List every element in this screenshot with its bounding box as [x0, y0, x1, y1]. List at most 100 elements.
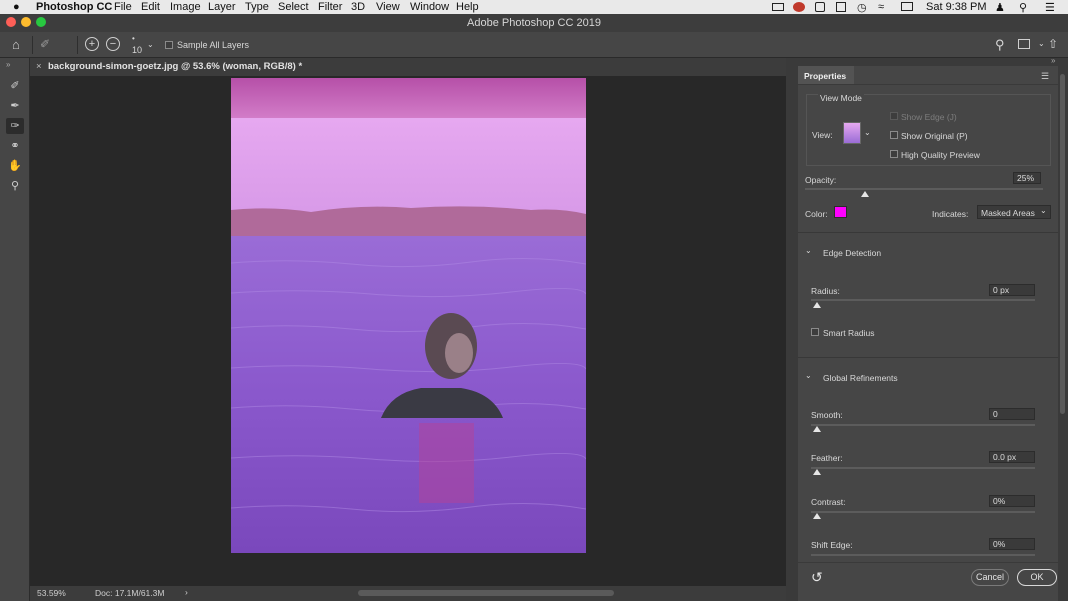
creative-cloud-icon[interactable]: [793, 2, 805, 12]
ok-button[interactable]: OK: [1017, 569, 1057, 586]
menu-file[interactable]: File: [114, 1, 132, 13]
brush-size-value[interactable]: 10: [132, 45, 142, 55]
indicates-value: Masked Areas: [981, 208, 1035, 218]
opacity-field[interactable]: 25%: [1013, 172, 1041, 184]
clock-text[interactable]: Sat 9:38 PM: [926, 1, 987, 13]
menu-select[interactable]: Select: [278, 1, 309, 13]
time-machine-icon[interactable]: ◷: [857, 1, 867, 14]
menu-view[interactable]: View: [376, 1, 400, 13]
collapse-tools-icon[interactable]: »: [6, 60, 10, 69]
edge-detection-chevron-icon[interactable]: ⌄: [805, 246, 812, 255]
status-menu-arrow-icon[interactable]: ›: [185, 587, 188, 597]
contrast-label: Contrast:: [811, 497, 846, 507]
feather-slider-track[interactable]: [811, 467, 1035, 469]
mac-menu-bar: ● Photoshop CC File Edit Image Layer Typ…: [0, 0, 1068, 14]
image-sky: [231, 118, 586, 216]
reset-icon[interactable]: ↺: [811, 569, 823, 586]
collapse-panel-icon[interactable]: »: [1051, 56, 1055, 65]
panel-scrollbar-thumb[interactable]: [1060, 74, 1065, 414]
brush-preset-icon[interactable]: ✐: [40, 37, 50, 51]
contrast-slider-thumb[interactable]: [813, 513, 821, 519]
share-icon[interactable]: ⇧: [1048, 37, 1058, 51]
zoom-level[interactable]: 53.59%: [37, 588, 66, 598]
shift-edge-field[interactable]: 0%: [989, 538, 1035, 550]
contrast-slider-track[interactable]: [811, 511, 1035, 513]
smooth-slider-track[interactable]: [811, 424, 1035, 426]
menu-filter[interactable]: Filter: [318, 1, 342, 13]
refine-edge-brush-tool-icon[interactable]: ✒: [6, 98, 24, 114]
contrast-field[interactable]: 0%: [989, 495, 1035, 507]
menu-image[interactable]: Image: [170, 1, 201, 13]
wifi-icon[interactable]: ≈: [878, 1, 884, 13]
view-mode-thumbnail[interactable]: [843, 122, 861, 144]
smooth-label: Smooth:: [811, 410, 843, 420]
screen-record-icon[interactable]: [772, 3, 784, 11]
show-edge-checkbox[interactable]: [890, 112, 898, 120]
radius-label: Radius:: [811, 286, 840, 296]
menu-layer[interactable]: Layer: [208, 1, 236, 13]
feather-field[interactable]: 0.0 px: [989, 451, 1035, 463]
close-tab-icon[interactable]: ×: [36, 61, 42, 72]
brush-tool-icon[interactable]: ✑: [6, 118, 24, 134]
sample-all-layers-label: Sample All Layers: [177, 40, 250, 50]
menu-3d[interactable]: 3D: [351, 1, 365, 13]
radius-slider-thumb[interactable]: [813, 302, 821, 308]
workspace-chevron-icon[interactable]: ⌄: [1038, 39, 1045, 48]
brush-picker-chevron-icon[interactable]: ⌄: [147, 40, 154, 49]
indicates-select[interactable]: Masked Areas ⌄: [977, 205, 1051, 219]
high-quality-preview-checkbox[interactable]: [890, 150, 898, 158]
panel-menu-icon[interactable]: ☰: [1041, 71, 1049, 82]
hand-tool-icon[interactable]: ✋: [6, 158, 24, 174]
document-size[interactable]: Doc: 17.1M/61.3M: [95, 588, 164, 598]
menu-help[interactable]: Help: [456, 1, 479, 13]
panel-scrollbar[interactable]: [1058, 66, 1068, 601]
menu-window[interactable]: Window: [410, 1, 449, 13]
overlay-color-swatch[interactable]: [834, 206, 847, 218]
add-to-selection-icon[interactable]: +: [85, 37, 99, 51]
smooth-slider-thumb[interactable]: [813, 426, 821, 432]
lasso-tool-icon[interactable]: ⚭: [6, 138, 24, 154]
feather-slider-thumb[interactable]: [813, 469, 821, 475]
horizontal-scrollbar-thumb[interactable]: [358, 590, 614, 596]
airplay-icon[interactable]: [901, 2, 913, 11]
edge-detection-heading[interactable]: Edge Detection: [823, 248, 881, 258]
battery-icon[interactable]: [836, 2, 846, 12]
properties-tab[interactable]: Properties: [804, 71, 846, 81]
menu-app-name[interactable]: Photoshop CC: [36, 1, 112, 13]
document-tab[interactable]: background-simon-goetz.jpg @ 53.6% (woma…: [48, 61, 302, 72]
spotlight-search-icon[interactable]: ⚲: [1019, 1, 1027, 14]
document-image[interactable]: [231, 78, 586, 553]
radius-slider-track[interactable]: [811, 299, 1035, 301]
search-icon[interactable]: ⚲: [995, 37, 1005, 53]
opacity-slider-thumb[interactable]: [860, 191, 869, 197]
view-label: View:: [812, 130, 833, 140]
user-icon[interactable]: ♟: [995, 1, 1005, 14]
indicates-chevron-icon: ⌄: [1040, 206, 1047, 215]
canvas-area[interactable]: [30, 76, 794, 586]
apple-icon[interactable]: ●: [13, 1, 20, 13]
feather-label: Feather:: [811, 453, 843, 463]
view-mode-chevron-icon[interactable]: ⌄: [864, 128, 871, 137]
display-icon[interactable]: [815, 2, 825, 12]
subtract-from-selection-icon[interactable]: −: [106, 37, 120, 51]
show-original-checkbox[interactable]: [890, 131, 898, 139]
home-icon[interactable]: ⌂: [12, 37, 20, 52]
cancel-button[interactable]: Cancel: [971, 569, 1009, 586]
smart-radius-checkbox[interactable]: [811, 328, 819, 336]
global-refinements-heading[interactable]: Global Refinements: [823, 373, 898, 383]
workspace-icon[interactable]: [1018, 39, 1030, 49]
shift-edge-slider-track[interactable]: [811, 554, 1035, 556]
opacity-slider-track[interactable]: [805, 188, 1043, 190]
notification-center-icon[interactable]: ☰: [1045, 1, 1055, 14]
sample-all-layers-checkbox[interactable]: [165, 41, 173, 49]
menu-type[interactable]: Type: [245, 1, 269, 13]
global-refinements-chevron-icon[interactable]: ⌄: [805, 371, 812, 380]
radius-field[interactable]: 0 px: [989, 284, 1035, 296]
quick-selection-tool-icon[interactable]: ✐: [6, 78, 24, 94]
panel-top-strip: »: [798, 56, 1068, 66]
menu-edit[interactable]: Edit: [141, 1, 160, 13]
opacity-label: Opacity:: [805, 175, 837, 185]
smooth-field[interactable]: 0: [989, 408, 1035, 420]
zoom-tool-icon[interactable]: ⚲: [6, 178, 24, 194]
divider: [798, 232, 1058, 233]
